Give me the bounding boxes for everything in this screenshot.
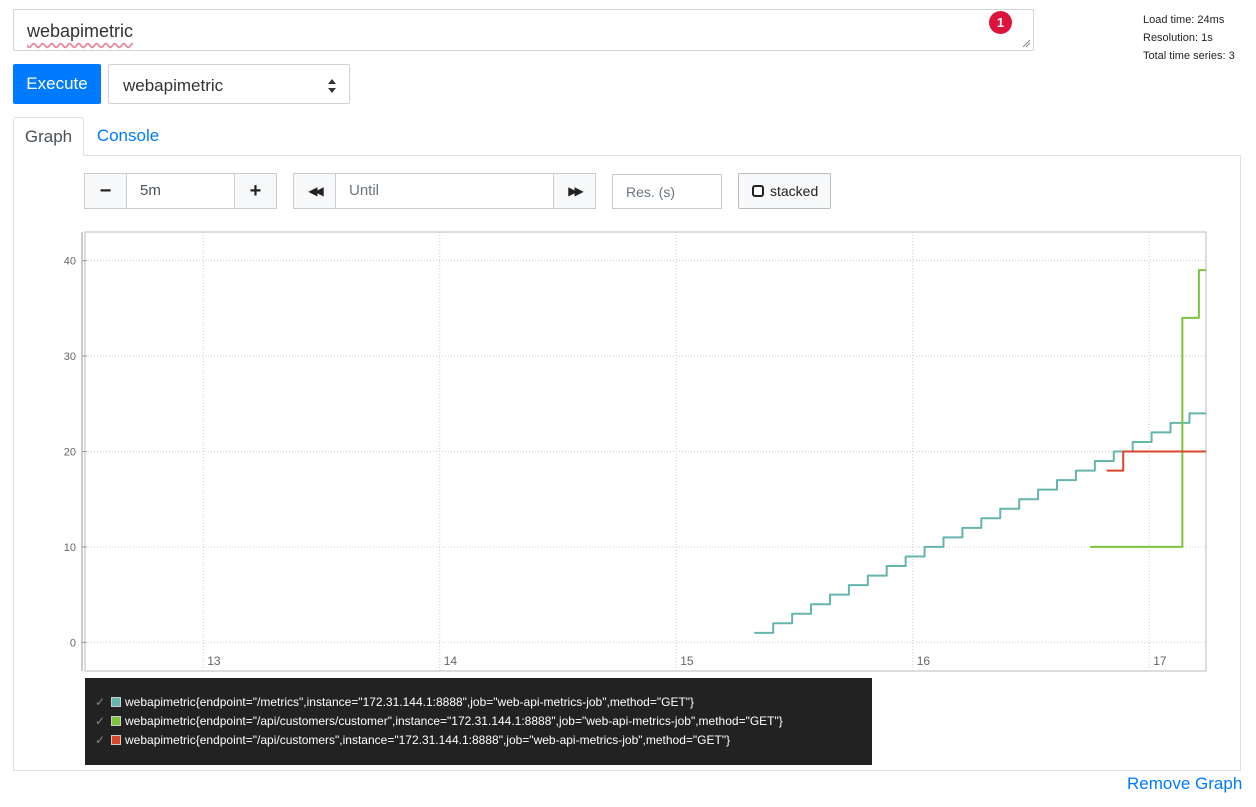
legend-item[interactable]: ✓ webapimetric{endpoint="/api/customers/… <box>85 712 872 731</box>
x-tick-label: 14 <box>444 654 458 668</box>
legend-label: webapimetric{endpoint="/api/customers/cu… <box>125 714 783 728</box>
legend: ✓ webapimetric{endpoint="/metrics",insta… <box>85 678 872 765</box>
y-tick-label: 30 <box>64 351 76 363</box>
legend-label: webapimetric{endpoint="/metrics",instanc… <box>125 695 695 709</box>
x-tick-label: 13 <box>207 654 221 668</box>
y-tick-label: 20 <box>64 447 76 459</box>
x-tick-label: 16 <box>917 654 931 668</box>
y-tick-label: 0 <box>70 637 76 649</box>
legend-swatch <box>111 716 121 726</box>
series-line-1 <box>754 412 1206 634</box>
legend-item[interactable]: ✓ webapimetric{endpoint="/metrics",insta… <box>85 693 872 712</box>
check-icon: ✓ <box>95 714 106 728</box>
x-tick-label: 17 <box>1153 654 1167 668</box>
y-tick-label: 10 <box>64 542 76 554</box>
y-tick-label: 40 <box>64 256 76 268</box>
tab-graph[interactable]: Graph <box>13 117 84 156</box>
legend-item[interactable]: ✓ webapimetric{endpoint="/api/customers"… <box>85 731 872 750</box>
check-icon: ✓ <box>95 695 106 709</box>
series-line-2 <box>1090 269 1206 548</box>
legend-swatch <box>111 735 121 745</box>
x-tick-label: 15 <box>680 654 694 668</box>
series-line-3 <box>1106 450 1206 472</box>
legend-swatch <box>111 697 121 707</box>
legend-label: webapimetric{endpoint="/api/customers",i… <box>125 733 731 747</box>
remove-graph-link[interactable]: Remove Graph <box>1127 774 1242 794</box>
check-icon: ✓ <box>95 733 106 747</box>
